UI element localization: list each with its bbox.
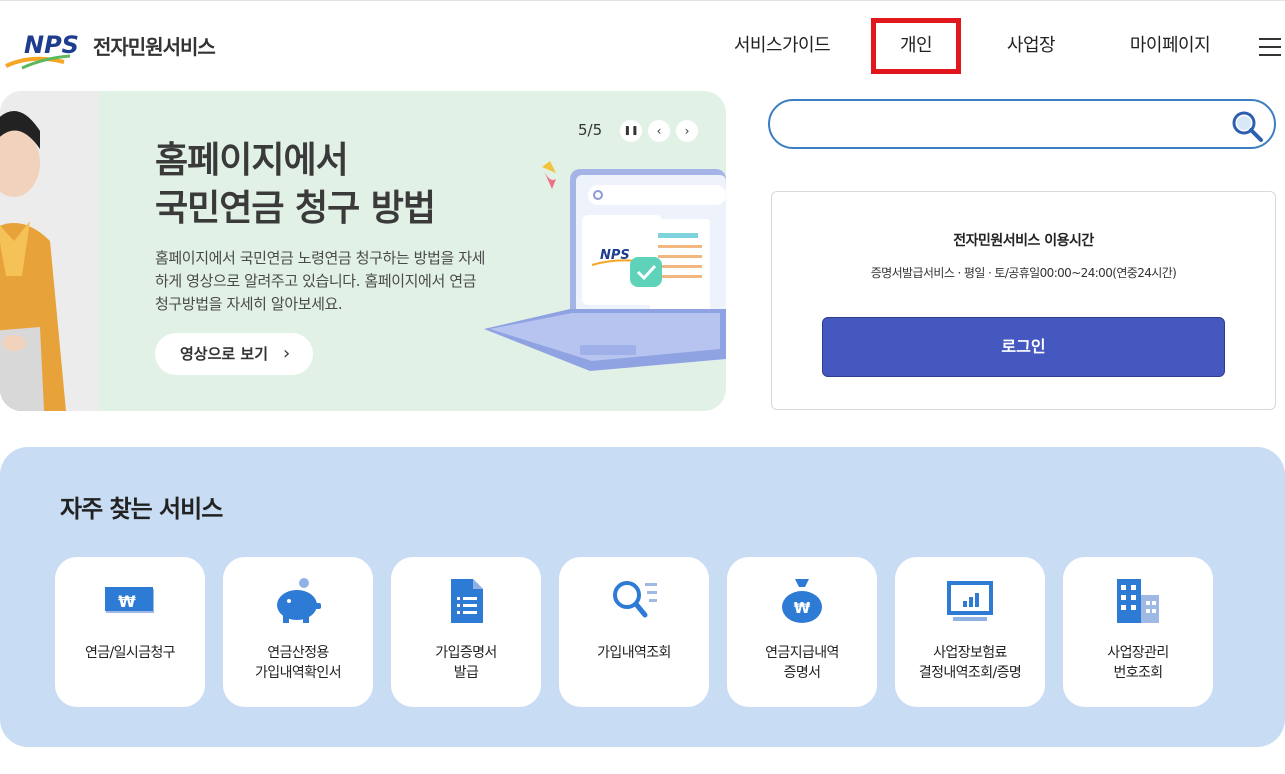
service-card-business-premium[interactable]: 사업장보험료 결정내역조회/증명 [895,557,1045,707]
svg-text:₩: ₩ [794,599,811,617]
service-card-label: 연금지급내역 증명서 [765,645,839,681]
chevron-left-icon[interactable]: ‹ [648,120,670,142]
search-input[interactable] [790,111,1220,137]
service-card-label: 가입증명서 발급 [435,645,497,681]
logo-text: 전자민원서비스 [93,35,216,59]
piggy-bank-icon [277,578,321,623]
svg-text:₩: ₩ [118,592,136,611]
service-card-label: 사업장관리 번호조회 [1107,645,1169,681]
service-hours-card: 전자민원서비스 이용시간 증명서발급서비스 · 평일 · 토/공휴일00:00~… [771,191,1276,410]
service-card-label: 사업장보험료 결정내역조회/증명 [918,645,1022,681]
document-icon [451,579,483,623]
search-icon[interactable] [1230,109,1264,143]
service-card-pension-claim[interactable]: ₩ 연금/일시금청구 [55,557,205,707]
won-bill-icon: ₩ [105,587,154,613]
service-card-label: 연금/일시금청구 [84,645,176,661]
service-card-subscription-history[interactable]: 가입내역조회 [559,557,709,707]
logo[interactable]: NPS 전자민원서비스 [0,28,240,72]
banner-title-line1: 홈페이지에서 [155,140,349,181]
service-card-subscription-certificate[interactable]: 가입증명서 발급 [391,557,541,707]
service-card-pension-calc-certificate[interactable]: 연금산정용 가입내역확인서 [223,557,373,707]
banner-title-line2: 국민연금 청구 방법 [155,188,436,229]
login-button[interactable]: 로그인 [822,317,1225,377]
service-card-label: 가입내역조회 [597,645,671,661]
watch-video-label: 영상으로 보기 [180,345,269,363]
promo-banner: 홈페이지에서 국민연금 청구 방법 홈페이지에서 국민연금 노령연금 청구하는 … [0,91,726,411]
logo-mark-text: NPS [24,31,79,59]
building-icon [1117,579,1159,623]
frequent-services-panel: 자주 찾는 서비스 ₩ 연금/일시금청구 연금산정용 가입내역확인서 가입증명서… [0,447,1285,747]
service-card-payment-certificate[interactable]: ₩ 연금지급내역 증명서 [727,557,877,707]
chevron-right-icon: › [283,343,291,364]
nav-service-guide[interactable]: 서비스가이드 [710,18,854,74]
service-card-business-number[interactable]: 사업장관리 번호조회 [1063,557,1213,707]
pause-icon[interactable]: ❚❚ [620,120,642,142]
nav-business[interactable]: 사업장 [985,18,1077,74]
monitor-chart-icon [947,581,993,621]
watch-video-button[interactable]: 영상으로 보기 › [155,333,313,375]
service-hours-text: 증명서발급서비스 · 평일 · 토/공휴일00:00~24:00(연중24시간) [870,266,1177,280]
chevron-right-icon[interactable]: › [676,120,698,142]
frequent-services-title: 자주 찾는 서비스 [60,495,223,523]
service-card-label: 연금산정용 가입내역확인서 [255,645,342,681]
magnifier-list-icon [613,581,657,618]
banner-description: 홈페이지에서 국민연금 노령연금 청구하는 방법을 자세하게 영상으로 알려주고… [155,249,486,313]
nps-logo-icon: NPS [5,31,79,70]
money-bag-icon: ₩ [782,579,822,623]
laptop-illustration: NPS [484,161,726,371]
nav-mypage[interactable]: 마이페이지 [1108,18,1232,74]
search-box [768,99,1276,149]
presenter-image [0,91,99,411]
service-hours-title: 전자민원서비스 이용시간 [953,233,1094,249]
nav-personal[interactable]: 개인 [871,18,961,74]
hamburger-menu-icon[interactable] [1259,38,1281,56]
banner-title: 홈페이지에서 국민연금 청구 방법 [155,137,436,233]
top-divider [0,0,1285,1]
slide-counter: 5/5 [578,121,603,139]
